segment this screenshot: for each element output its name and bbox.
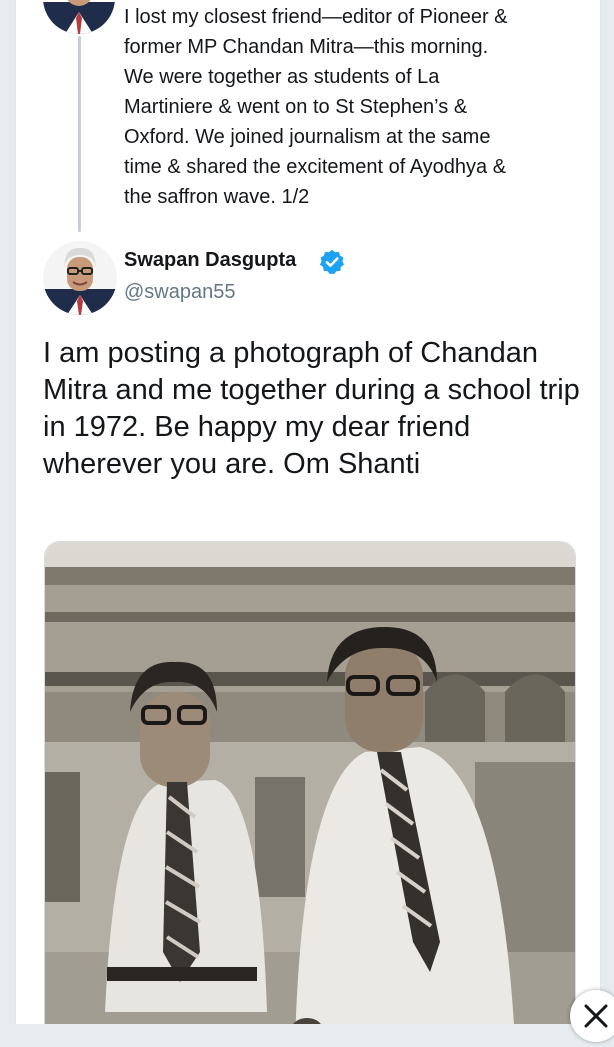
author-handle[interactable]: @swapan55 — [124, 281, 235, 304]
close-icon — [584, 1004, 608, 1028]
vintage-photo-image — [45, 542, 575, 1024]
avatar-photo-icon — [43, 0, 115, 34]
thread-tweet-text: I lost my closest friend—editor of Pione… — [124, 6, 508, 208]
close-button[interactable] — [570, 990, 614, 1042]
thread-author-avatar[interactable] — [43, 0, 115, 34]
author-avatar[interactable] — [43, 241, 117, 315]
attached-photo[interactable] — [44, 541, 576, 1024]
tweet-text: I am posting a photograph of Chandan Mit… — [43, 337, 580, 480]
author-name[interactable]: Swapan Dasgupta — [124, 249, 296, 272]
verified-badge-icon — [319, 249, 345, 275]
avatar-photo-icon — [43, 241, 117, 315]
thread-connector-line — [78, 36, 81, 232]
tweet-card: I lost my closest friend—editor of Pione… — [15, 0, 601, 1024]
